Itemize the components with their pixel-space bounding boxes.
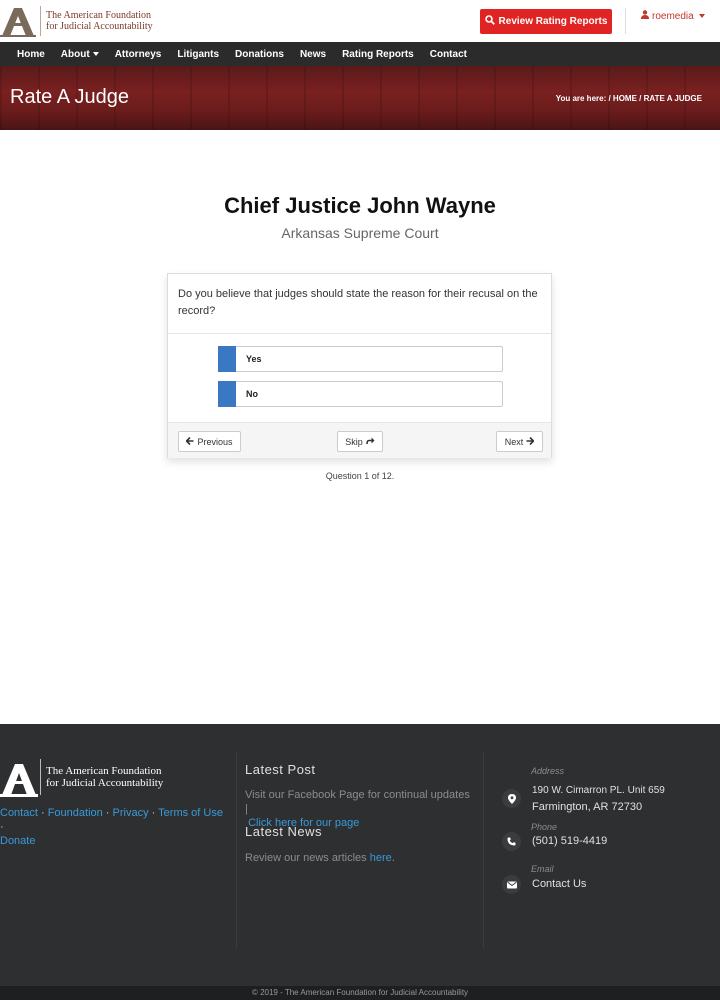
answer-option-yes[interactable]: Yes [218, 346, 503, 372]
option-label: Yes [246, 354, 262, 364]
envelope-icon [502, 875, 521, 894]
address-line-2: Farmington, AR 72730 [532, 801, 643, 813]
search-icon [484, 15, 495, 28]
arrow-left-icon [185, 436, 194, 447]
breadcrumb-current: / RATE A JUDGE [639, 94, 702, 103]
nav-label: Donations [235, 48, 284, 60]
option-label: No [246, 389, 258, 399]
link-separator: · [148, 807, 159, 819]
footer-link-donate[interactable]: Donate [0, 835, 35, 847]
logo-line-2: for Judicial Accountability [46, 21, 153, 32]
breadcrumb-home[interactable]: / HOME [608, 94, 636, 103]
breadcrumb-prefix: You are here: [555, 94, 607, 103]
latest-news-heading: Latest News [245, 824, 323, 839]
option-marker [218, 381, 236, 407]
link-separator: · [37, 807, 48, 819]
judge-name: Chief Justice John Wayne [224, 193, 496, 218]
footer-logo[interactable]: The American Foundation for Judicial Acc… [0, 759, 163, 797]
nav-label: Contact [429, 48, 467, 60]
address-line-1: 190 W. Cimarron PL. Unit 659 [532, 785, 665, 796]
username: roemedia [652, 10, 694, 22]
latest-news-text: Review our news articles [245, 852, 367, 864]
period: . [391, 852, 395, 864]
caret-down-icon [92, 52, 99, 56]
card-divider [168, 333, 551, 334]
site-footer: The American Foundation for Judicial Acc… [0, 724, 720, 986]
page-banner: Rate A Judge You are here: / HOME / RATE… [0, 66, 720, 130]
user-icon [641, 10, 649, 22]
option-marker [218, 346, 236, 372]
nav-label: About [60, 48, 90, 60]
footer-link-contact[interactable]: Contact [0, 807, 38, 819]
nav-label: Home [17, 48, 45, 60]
skip-label: Skip [345, 436, 363, 447]
phone-icon [502, 832, 521, 851]
latest-post-text: Visit our Facebook Page for continual up… [245, 789, 470, 815]
address-label: Address [531, 766, 565, 776]
top-header: The American Foundation for Judicial Acc… [0, 0, 720, 42]
skip-button[interactable]: Skip [337, 431, 383, 452]
nav-item-litigants[interactable]: Litigants [169, 49, 227, 60]
news-articles-link[interactable]: here [370, 852, 392, 864]
nav-item-about[interactable]: About [53, 49, 107, 60]
address-value: 190 W. Cimarron PL. Unit 659 Farmington,… [532, 783, 665, 816]
logo-wordmark: The American Foundation for Judicial Acc… [46, 10, 153, 32]
next-label: Next [504, 436, 524, 447]
main-nav: Home About Attorneys Litigants Donations… [0, 42, 720, 66]
header-divider [625, 8, 626, 34]
breadcrumb: You are here: / HOME / RATE A JUDGE [556, 94, 702, 103]
phone-value: (501) 519-4419 [532, 835, 608, 847]
logo-divider [40, 6, 41, 36]
footer-column-divider [483, 752, 484, 948]
answer-option-no[interactable]: No [218, 381, 503, 407]
site-logo[interactable]: The American Foundation for Judicial Acc… [0, 4, 153, 38]
email-label: Email [531, 864, 554, 874]
footer-column-divider [236, 752, 237, 948]
footer-logo-line-1: The American Foundation [46, 765, 162, 777]
contact-us-link[interactable]: Contact Us [532, 876, 586, 892]
nav-label: Litigants [177, 48, 220, 60]
nav-item-contact[interactable]: Contact [422, 49, 475, 60]
logo-divider [40, 759, 41, 795]
nav-label: Attorneys [114, 48, 162, 60]
question-progress: Question 1 of 12. [325, 471, 395, 481]
copyright: © 2019 - The American Foundation for Jud… [0, 986, 720, 1000]
footer-links: Contact · Foundation · Privacy · Terms o… [0, 806, 225, 848]
chevron-down-icon [698, 14, 705, 18]
pillar-logo-icon [0, 5, 36, 37]
logo-line-1: The American Foundation [46, 10, 151, 21]
map-marker-icon [502, 789, 521, 808]
previous-label: Previous [197, 436, 233, 447]
link-separator: · [102, 807, 113, 819]
footer-link-foundation[interactable]: Foundation [48, 807, 103, 819]
phone-label: Phone [531, 822, 558, 832]
nav-item-attorneys[interactable]: Attorneys [107, 49, 170, 60]
latest-post-heading: Latest Post [245, 762, 316, 777]
card-footer: Previous Skip Next [168, 422, 551, 458]
judge-court: Arkansas Supreme Court [281, 225, 439, 241]
question-card: Do you believe that judges should state … [167, 273, 552, 458]
previous-button[interactable]: Previous [178, 431, 241, 452]
footer-logo-line-2: for Judicial Accountability [46, 777, 164, 789]
nav-item-donations[interactable]: Donations [227, 49, 292, 60]
next-button[interactable]: Next [496, 431, 543, 452]
review-button-label: Review Rating Reports [498, 16, 608, 27]
link-separator: · [0, 821, 4, 833]
pillar-logo-icon [0, 761, 38, 797]
nav-item-rating-reports[interactable]: Rating Reports [334, 49, 422, 60]
footer-link-terms[interactable]: Terms of Use [158, 807, 223, 819]
user-menu[interactable]: roemedia [641, 10, 705, 22]
nav-label: Rating Reports [342, 48, 414, 60]
review-rating-reports-button[interactable]: Review Rating Reports [480, 9, 612, 34]
footer-logo-wordmark: The American Foundation for Judicial Acc… [46, 765, 163, 789]
nav-item-news[interactable]: News [292, 49, 334, 60]
share-arrow-icon [365, 437, 375, 447]
page-title: Rate A Judge [10, 86, 129, 108]
nav-item-home[interactable]: Home [9, 49, 53, 60]
question-text: Do you believe that judges should state … [178, 288, 538, 317]
footer-link-privacy[interactable]: Privacy [113, 807, 149, 819]
nav-label: News [299, 48, 327, 60]
latest-news-body: Review our news articles here. [245, 851, 475, 865]
arrow-right-icon [526, 436, 535, 447]
